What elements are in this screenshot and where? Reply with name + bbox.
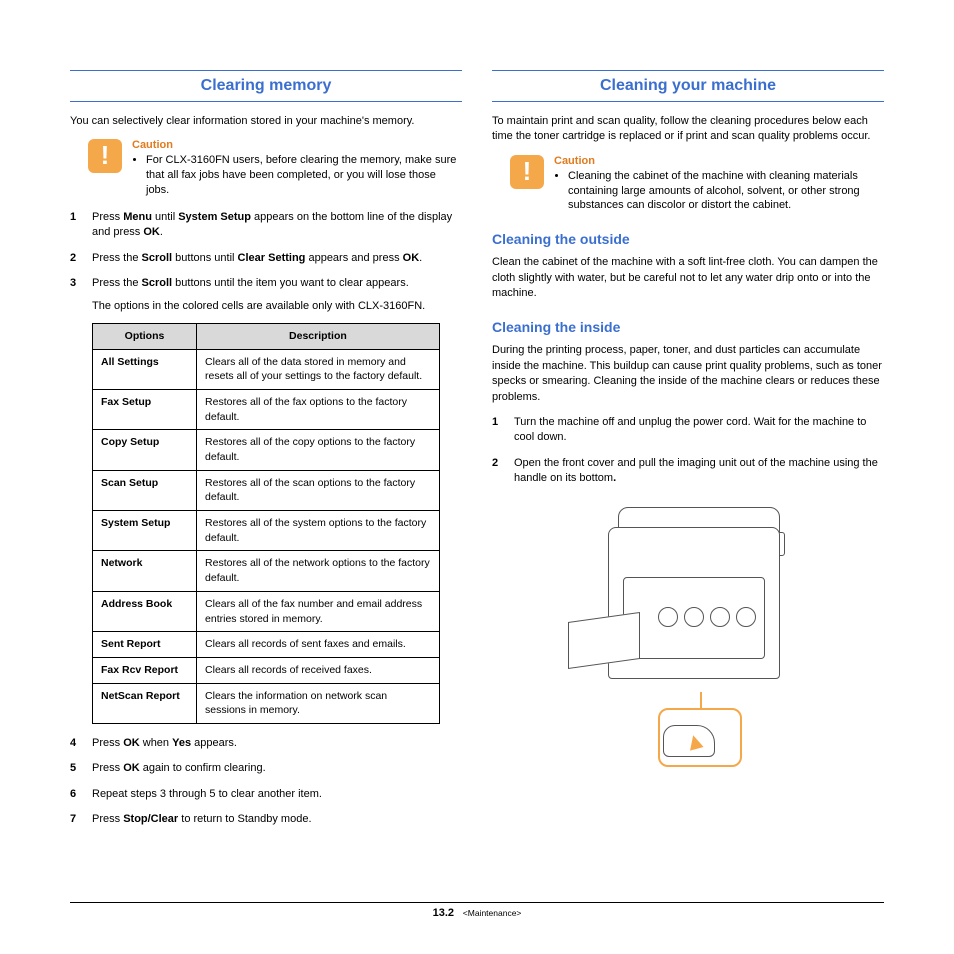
paragraph: During the printing process, paper, tone… xyxy=(492,343,884,405)
caution-box: Caution For CLX-3160FN users, before cle… xyxy=(70,139,462,198)
caution-item: Cleaning the cabinet of the machine with… xyxy=(568,169,884,214)
table-header-options: Options xyxy=(93,323,197,349)
subheading-inside: Cleaning the inside xyxy=(492,319,884,335)
step-5: Press OK again to confirm clearing. xyxy=(70,761,462,776)
two-column-layout: Clearing memory You can selectively clea… xyxy=(70,70,884,838)
note-colored-cells: The options in the colored cells are ava… xyxy=(92,299,462,314)
table-row: Fax Rcv ReportClears all records of rece… xyxy=(93,657,440,683)
manual-page: Clearing memory You can selectively clea… xyxy=(0,0,954,954)
right-column: Cleaning your machine To maintain print … xyxy=(492,70,884,838)
step-1: Turn the machine off and unplug the powe… xyxy=(492,415,884,446)
step-7: Press Stop/Clear to return to Standby mo… xyxy=(70,812,462,827)
table-row: NetScan ReportClears the information on … xyxy=(93,683,440,723)
section-heading-cleaning: Cleaning your machine xyxy=(492,70,884,102)
caution-label: Caution xyxy=(132,139,462,151)
table-row: All SettingsClears all of the data store… xyxy=(93,349,440,389)
caution-text: Caution Cleaning the cabinet of the mach… xyxy=(554,155,884,214)
toner-knobs xyxy=(658,607,756,627)
step-3: Press the Scroll buttons until the item … xyxy=(70,276,462,724)
table-row: Copy SetupRestores all of the copy optio… xyxy=(93,430,440,470)
knob-icon xyxy=(658,607,678,627)
subheading-outside: Cleaning the outside xyxy=(492,231,884,247)
caution-icon xyxy=(88,139,122,173)
section-heading-clearing-memory: Clearing memory xyxy=(70,70,462,102)
options-table: Options Description All SettingsClears a… xyxy=(92,323,440,724)
table-row: Sent ReportClears all records of sent fa… xyxy=(93,632,440,658)
table-row: Scan SetupRestores all of the scan optio… xyxy=(93,470,440,510)
caution-label: Caution xyxy=(554,155,884,167)
step-6: Repeat steps 3 through 5 to clear anothe… xyxy=(70,787,462,802)
table-row: Fax SetupRestores all of the fax options… xyxy=(93,389,440,429)
printer-tray xyxy=(568,612,640,669)
intro-paragraph: You can selectively clear information st… xyxy=(70,114,462,129)
knob-icon xyxy=(684,607,704,627)
caution-item: For CLX-3160FN users, before clearing th… xyxy=(146,153,462,198)
chapter-number: 13 xyxy=(433,907,445,919)
page-number: .2 xyxy=(445,907,454,919)
table-row: NetworkRestores all of the network optio… xyxy=(93,551,440,591)
paragraph: Clean the cabinet of the machine with a … xyxy=(492,255,884,301)
steps-list: Turn the machine off and unplug the powe… xyxy=(492,415,884,487)
intro-paragraph: To maintain print and scan quality, foll… xyxy=(492,114,884,145)
page-footer: 13.2 <Maintenance> xyxy=(70,902,884,919)
steps-list: Press Menu until System Setup appears on… xyxy=(70,210,462,828)
caution-icon xyxy=(510,155,544,189)
table-header-description: Description xyxy=(197,323,440,349)
step-4: Press OK when Yes appears. xyxy=(70,736,462,751)
caution-text: Caution For CLX-3160FN users, before cle… xyxy=(132,139,462,198)
left-column: Clearing memory You can selectively clea… xyxy=(70,70,462,838)
knob-icon xyxy=(736,607,756,627)
knob-icon xyxy=(710,607,730,627)
step-2: Open the front cover and pull the imagin… xyxy=(492,456,884,487)
section-name: <Maintenance> xyxy=(463,908,522,918)
table-row: System SetupRestores all of the system o… xyxy=(93,511,440,551)
step-2: Press the Scroll buttons until Clear Set… xyxy=(70,251,462,266)
printer-illustration xyxy=(548,507,828,767)
caution-box: Caution Cleaning the cabinet of the mach… xyxy=(492,155,884,214)
step-1: Press Menu until System Setup appears on… xyxy=(70,210,462,241)
table-row: Address BookClears all of the fax number… xyxy=(93,591,440,631)
